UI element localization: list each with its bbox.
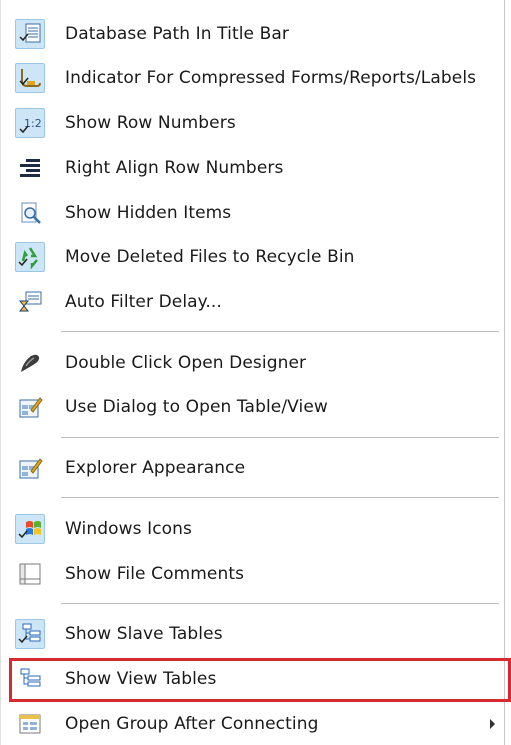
hidden-items-icon — [15, 198, 45, 228]
menu-item-label: Database Path In Title Bar — [65, 24, 289, 44]
menu-item-label: Move Deleted Files to Recycle Bin — [65, 247, 355, 267]
right-align-icon — [15, 153, 45, 183]
options-context-menu: Database Path In Title Bar Indicator For… — [0, 0, 511, 745]
menu-item-label: Show Row Numbers — [65, 113, 236, 133]
selection-highlight — [9, 658, 511, 702]
menu-item-windows-icons[interactable]: Windows Icons — [1, 508, 505, 550]
menu-item-show-file-comments[interactable]: Show File Comments — [1, 553, 505, 595]
menu-item-recycle-bin[interactable]: Move Deleted Files to Recycle Bin — [1, 236, 505, 278]
menu-item-explorer-appearance[interactable]: Explorer Appearance — [1, 447, 505, 489]
menu-item-show-row-numbers[interactable]: 1:2 Show Row Numbers — [1, 102, 505, 144]
menu-separator — [61, 497, 499, 498]
slave-tables-icon — [15, 619, 45, 649]
menu-item-label: Auto Filter Delay... — [65, 292, 222, 312]
file-comments-icon — [15, 559, 45, 589]
menu-item-use-dialog-to-open[interactable]: Use Dialog to Open Table/View — [1, 386, 505, 428]
menu-item-show-slave-tables[interactable]: Show Slave Tables — [1, 613, 505, 655]
compressed-indicator-icon — [15, 63, 45, 93]
submenu-arrow-icon — [490, 719, 495, 729]
menu-item-label: Double Click Open Designer — [65, 353, 307, 373]
recycle-bin-icon — [15, 242, 45, 272]
menu-item-label: Right Align Row Numbers — [65, 158, 284, 178]
row-numbers-icon: 1:2 — [15, 108, 45, 138]
menu-item-right-align-row-numbers[interactable]: Right Align Row Numbers — [1, 147, 505, 189]
menu-item-label: Show Hidden Items — [65, 203, 232, 223]
menu-item-database-path-in-title-bar[interactable]: Database Path In Title Bar — [1, 13, 505, 55]
menu-item-label: Open Group After Connecting — [65, 714, 319, 734]
menu-item-compressed-indicator[interactable]: Indicator For Compressed Forms/Reports/L… — [1, 57, 505, 99]
open-group-icon — [15, 709, 45, 739]
dialog-open-icon — [15, 392, 45, 422]
menu-item-double-click-open-designer[interactable]: Double Click Open Designer — [1, 342, 505, 384]
explorer-appearance-icon — [15, 453, 45, 483]
menu-item-label: Use Dialog to Open Table/View — [65, 397, 328, 417]
database-path-icon — [15, 19, 45, 49]
menu-separator — [61, 331, 499, 332]
menu-item-auto-filter-delay[interactable]: Auto Filter Delay... — [1, 281, 505, 323]
menu-item-label: Windows Icons — [65, 519, 192, 539]
menu-item-open-group-after-connecting[interactable]: Open Group After Connecting — [1, 703, 505, 745]
menu-item-label: Show Slave Tables — [65, 624, 223, 644]
windows-logo-icon — [15, 514, 45, 544]
menu-separator — [61, 603, 499, 604]
menu-separator — [61, 437, 499, 438]
menu-item-show-hidden-items[interactable]: Show Hidden Items — [1, 192, 505, 234]
filter-delay-icon — [15, 287, 45, 317]
menu-item-label: Explorer Appearance — [65, 458, 246, 478]
designer-icon — [15, 348, 45, 378]
menu-item-label: Indicator For Compressed Forms/Reports/L… — [65, 68, 477, 88]
menu-item-label: Show File Comments — [65, 564, 245, 584]
